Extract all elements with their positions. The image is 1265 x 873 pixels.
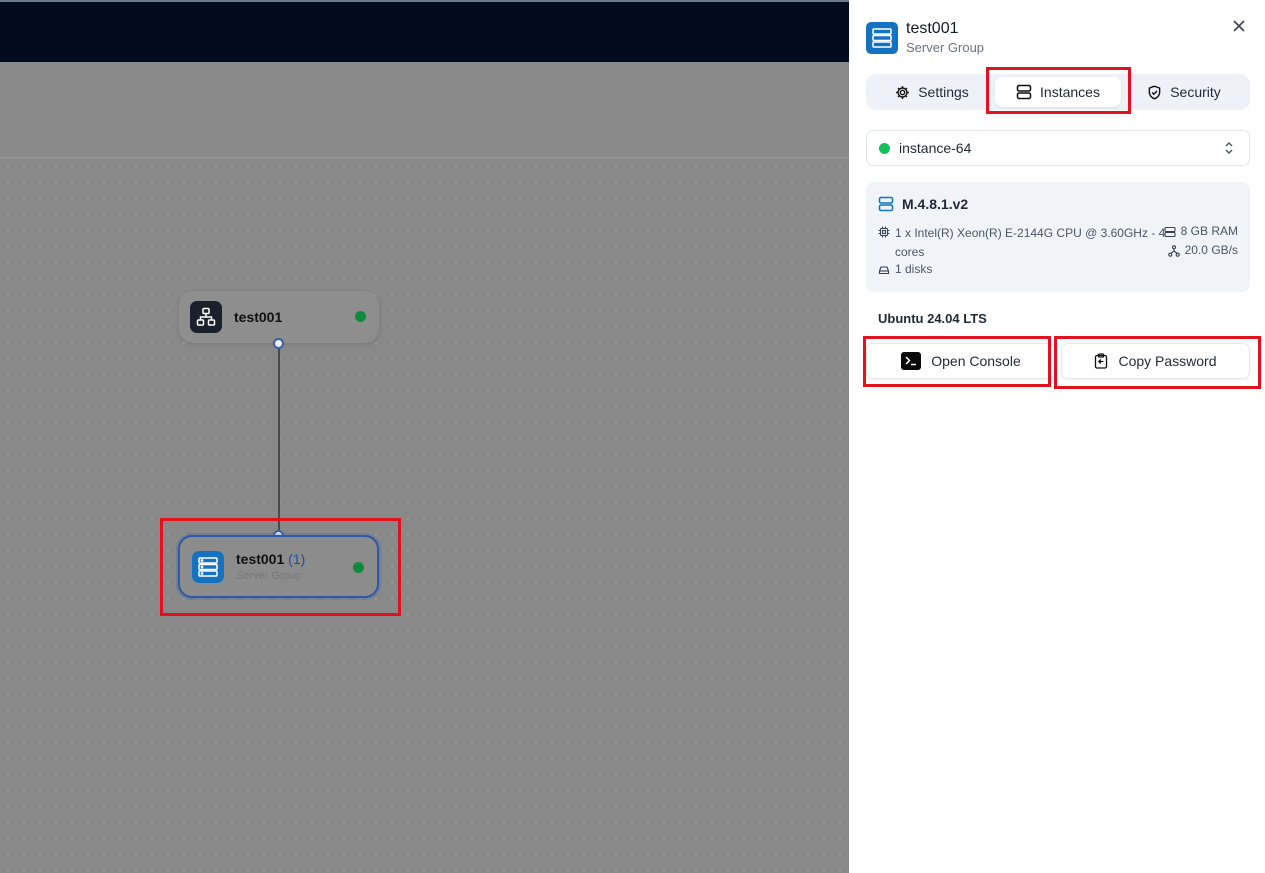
memory-icon — [1164, 226, 1176, 238]
instance-status-dot — [879, 142, 890, 154]
clipboard-icon — [1095, 353, 1108, 369]
copy-password-button[interactable]: Copy Password — [1061, 343, 1250, 379]
gear-icon — [896, 85, 910, 99]
plan-name: M.4.8.1.v2 — [902, 196, 969, 212]
server-stack-icon — [866, 22, 898, 54]
panel-header: test001 Server Group — [866, 20, 984, 55]
terminal-icon — [901, 352, 922, 370]
tab-label: Settings — [918, 84, 969, 100]
canvas-grid[interactable] — [0, 159, 849, 873]
connection-edge[interactable] — [278, 344, 280, 536]
instance-count: (1) — [288, 551, 306, 567]
tab-instances[interactable]: Instances — [995, 77, 1121, 107]
server-icon — [878, 196, 894, 212]
output-port[interactable] — [273, 338, 284, 349]
status-indicator — [353, 562, 364, 573]
node-title: test001 — [234, 309, 283, 325]
close-button[interactable] — [1229, 16, 1249, 36]
status-indicator — [355, 311, 366, 322]
network-spec: 20.0 GB/s — [1167, 243, 1238, 257]
panel-tabs: Settings Instances Security — [866, 74, 1250, 110]
os-label: Ubuntu 24.04 LTS — [878, 311, 987, 326]
network-icon — [190, 301, 222, 333]
ram-spec: 8 GB RAM — [1164, 224, 1238, 238]
tab-settings[interactable]: Settings — [869, 77, 995, 107]
chevron-up-down-icon — [1225, 142, 1233, 154]
disk-icon — [878, 266, 890, 275]
instance-spec-card: M.4.8.1.v2 1 x Intel(R) Xeon(R) E-2144G … — [866, 182, 1250, 292]
instance-select[interactable]: instance-64 — [866, 130, 1250, 166]
cpu-icon — [878, 226, 890, 238]
cpu-spec: 1 x Intel(R) Xeon(R) E-2144G CPU @ 3.60G… — [878, 224, 1166, 262]
open-console-button[interactable]: Open Console — [866, 343, 1056, 379]
details-panel: test001 Server Group Settings Instances — [849, 0, 1265, 873]
shield-icon — [1148, 84, 1161, 100]
network-icon — [1167, 245, 1180, 257]
load-balancer-node[interactable]: test001 — [179, 291, 379, 343]
node-title: test001 — [236, 551, 285, 567]
instance-select-value: instance-64 — [899, 140, 972, 156]
tab-label: Security — [1170, 84, 1221, 100]
canvas-toolbar-area — [0, 62, 849, 158]
tab-label: Instances — [1040, 84, 1100, 100]
close-icon — [1233, 20, 1245, 32]
diagram-canvas[interactable]: test001 test001 (1) Server Group — [0, 0, 849, 873]
top-navigation-bar — [0, 0, 849, 62]
server-group-node[interactable]: test001 (1) Server Group — [178, 535, 379, 598]
panel-title: test001 — [906, 20, 959, 37]
panel-subtitle: Server Group — [906, 40, 985, 55]
node-subtitle: Server Group — [236, 570, 303, 582]
disk-spec: 1 disks — [878, 262, 932, 276]
server-icon — [1016, 84, 1032, 100]
server-stack-icon — [192, 550, 224, 583]
tab-security[interactable]: Security — [1121, 77, 1247, 107]
